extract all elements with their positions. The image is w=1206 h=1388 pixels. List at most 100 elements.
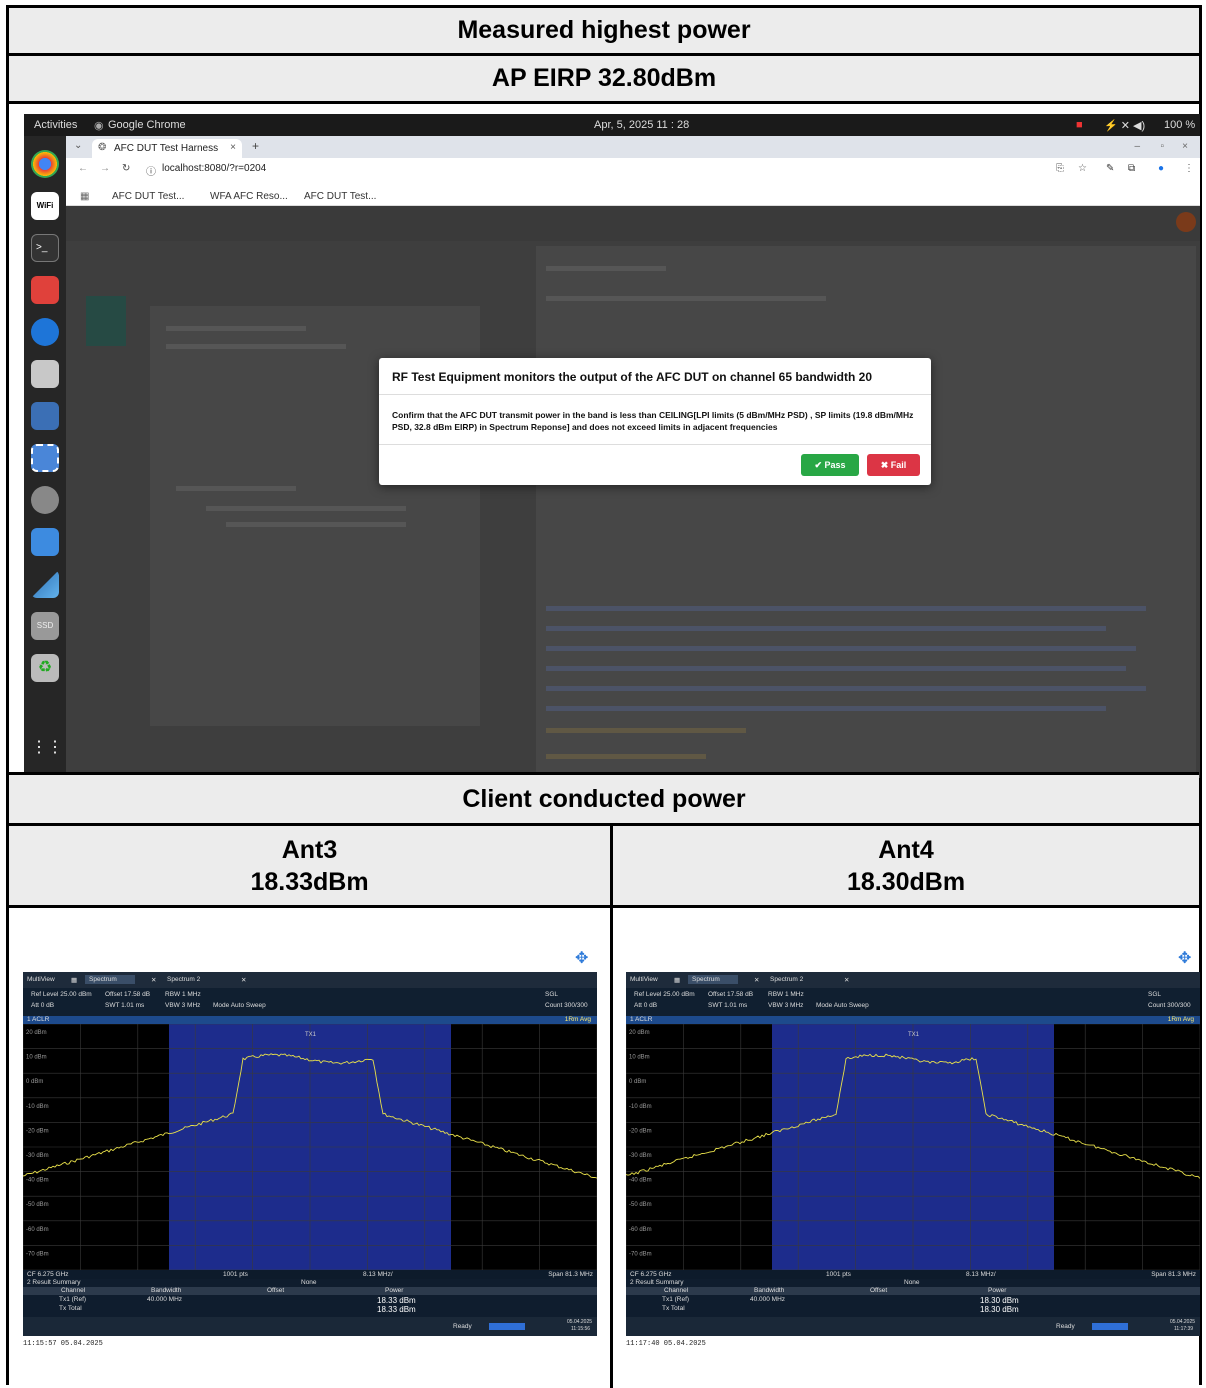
mode: Mode Auto Sweep — [213, 1002, 266, 1009]
bookmark-3[interactable]: AFC DUT Test... — [304, 191, 376, 202]
logo-icon — [1176, 212, 1196, 232]
anydesk-dock-icon[interactable] — [31, 276, 59, 304]
y-tick-label: -20 dBm — [629, 1128, 652, 1134]
maximize-icon[interactable]: ▫ — [1160, 141, 1164, 152]
tab-strip: ⌄ ❂ AFC DUT Test Harness × + – ▫ × — [66, 136, 1200, 158]
new-tab-icon[interactable]: + — [252, 139, 259, 153]
blur-text — [546, 606, 1146, 611]
chrome-dock-icon[interactable] — [31, 150, 59, 178]
row-total: Tx Total — [59, 1305, 82, 1312]
activities-button[interactable]: Activities — [34, 119, 77, 131]
close-tab-icon[interactable]: ✕ — [844, 976, 849, 984]
close-tab-icon[interactable]: ✕ — [151, 976, 156, 984]
close-tab-icon[interactable]: ✕ — [241, 976, 246, 984]
ssd-dock-icon[interactable]: SSD — [31, 612, 59, 640]
col-channel: Channel — [61, 1287, 86, 1294]
wifi-dock-icon[interactable]: WiFi — [31, 192, 59, 220]
menu-icon[interactable]: ⋮ — [1184, 163, 1194, 174]
total-power-value: 18.30 dBm — [980, 1305, 1019, 1314]
ref-level: Ref Level 25.00 dBm — [634, 991, 695, 998]
close-window-icon[interactable]: × — [1182, 141, 1188, 152]
result-table: Measured highest power AP EIRP 32.80dBm … — [6, 5, 1202, 1388]
info-icon[interactable]: ⓘ — [146, 163, 156, 178]
blur-text — [546, 706, 1106, 711]
tab-multiview[interactable]: MultiView — [27, 976, 55, 983]
y-tick-label: 20 dBm — [26, 1030, 47, 1036]
date-label: 05.04.2025 — [567, 1319, 593, 1325]
blur-text — [176, 486, 296, 491]
capture-timestamp-ant4: 11:17:40 05.04.2025 — [626, 1340, 706, 1348]
tab-spectrum2[interactable]: Spectrum 2 — [167, 976, 200, 983]
tab-search-icon[interactable]: ⌄ — [74, 140, 82, 151]
chrome-window: ⌄ ❂ AFC DUT Test Harness × + – ▫ × ← → ↻… — [66, 136, 1200, 778]
multiview-icon: ▦ — [674, 977, 681, 984]
tab-spectrum[interactable]: Spectrum — [688, 975, 738, 984]
ant3-header: Ant3 18.33dBm — [9, 826, 610, 908]
bookmarks-bar: ▦ AFC DUT Test... WFA AFC Reso... AFC DU… — [66, 186, 1200, 206]
trash-dock-icon[interactable]: ♻ — [31, 654, 59, 682]
sgl: SGL — [545, 991, 559, 998]
y-tick-label: 0 dBm — [629, 1079, 646, 1085]
minimize-icon[interactable]: – — [1134, 141, 1140, 152]
profile-icon[interactable]: ● — [1158, 163, 1164, 174]
right-panel — [536, 246, 1196, 778]
ap-eirp-header: AP EIRP 32.80dBm — [9, 56, 1199, 104]
bookmark-2[interactable]: WFA AFC Reso... — [210, 191, 288, 202]
network-dock-icon[interactable] — [31, 402, 59, 430]
division: 8.13 MHz/ — [966, 1271, 996, 1278]
col-bandwidth: Bandwidth — [754, 1287, 785, 1294]
extensions-icon[interactable]: ⧉ — [1128, 163, 1135, 174]
bookmark-star-icon[interactable]: ☆ — [1078, 163, 1087, 174]
ubuntu-dock: WiFi >_ SSD ♻ ⋮⋮⋮ — [24, 136, 79, 778]
extension-icon[interactable]: ✎ — [1106, 163, 1114, 174]
y-tick-label: -60 dBm — [629, 1227, 652, 1233]
screenshot-dock-icon[interactable] — [31, 444, 59, 472]
tab-spectrum2[interactable]: Spectrum 2 — [770, 976, 803, 983]
clock[interactable]: Apr, 5, 2025 11 : 28 — [594, 119, 689, 131]
col-power: Power — [988, 1287, 1007, 1294]
progress-indicator — [489, 1323, 525, 1330]
analyzer-settings: Ref Level 25.00 dBm Offset 17.58 dB RBW … — [626, 988, 1200, 1016]
pass-button[interactable]: ✔ Pass — [801, 454, 859, 476]
y-tick-label: -40 dBm — [26, 1178, 49, 1184]
ready-status: Ready — [453, 1323, 472, 1330]
url-field[interactable]: localhost:8080/?r=0204 — [162, 163, 266, 174]
wireshark-dock-icon[interactable] — [31, 570, 59, 598]
y-tick-label: -20 dBm — [26, 1128, 49, 1134]
result-summary: 2 Result Summary None Channel Bandwidth … — [23, 1279, 597, 1317]
tab-spectrum[interactable]: Spectrum — [85, 975, 135, 984]
app-grid-icon[interactable]: ⋮⋮⋮ — [31, 734, 79, 762]
teamviewer-dock-icon[interactable] — [31, 318, 59, 346]
row-total: Tx Total — [662, 1305, 685, 1312]
status-bar: Ready 05.04.2025 11:17:39 — [626, 1317, 1200, 1336]
terminal-dock-icon[interactable]: >_ — [31, 234, 59, 262]
span: Span 81.3 MHz — [1151, 1271, 1196, 1278]
reload-icon[interactable]: ↻ — [122, 163, 130, 174]
ant4-value: 18.30dBm — [846, 867, 966, 896]
aclr-bar: 1 ACLR 1Rm Avg — [23, 1016, 597, 1024]
cast-icon[interactable]: ⎘ — [1056, 163, 1064, 174]
afc-harness-screenshot: Activities ◉ Google Chrome Apr, 5, 2025 … — [24, 114, 1200, 778]
tab-afc-harness[interactable]: ❂ AFC DUT Test Harness × — [92, 139, 242, 158]
rs-logo-icon: ✥ — [1178, 950, 1192, 967]
settings-dock-icon[interactable] — [31, 486, 59, 514]
mode: Mode Auto Sweep — [816, 1002, 869, 1009]
ref-level: Ref Level 25.00 dBm — [31, 991, 92, 998]
blur-text — [166, 326, 306, 331]
close-tab-icon[interactable]: ✕ — [754, 976, 759, 984]
apps-icon[interactable]: ▦ — [80, 191, 89, 202]
client-power-header: Client conducted power — [9, 775, 1199, 826]
editor-dock-icon[interactable] — [31, 528, 59, 556]
back-icon[interactable]: ← — [78, 163, 88, 174]
battery-label: 100 % — [1164, 119, 1196, 131]
close-tab-icon[interactable]: × — [230, 142, 236, 153]
frequency-bar: CF 6.275 GHz 1001 pts 8.13 MHz/ Span 81.… — [626, 1270, 1200, 1279]
bookmark-1[interactable]: AFC DUT Test... — [112, 191, 184, 202]
aclr-label: 1 ACLR — [27, 1016, 50, 1023]
blur-text — [226, 522, 406, 527]
frequency-bar: CF 6.275 GHz 1001 pts 8.13 MHz/ Span 81.… — [23, 1270, 597, 1279]
files-dock-icon[interactable] — [31, 360, 59, 388]
tab-multiview[interactable]: MultiView — [630, 976, 658, 983]
fail-button[interactable]: ✖ Fail — [867, 454, 920, 476]
forward-icon[interactable]: → — [100, 163, 110, 174]
